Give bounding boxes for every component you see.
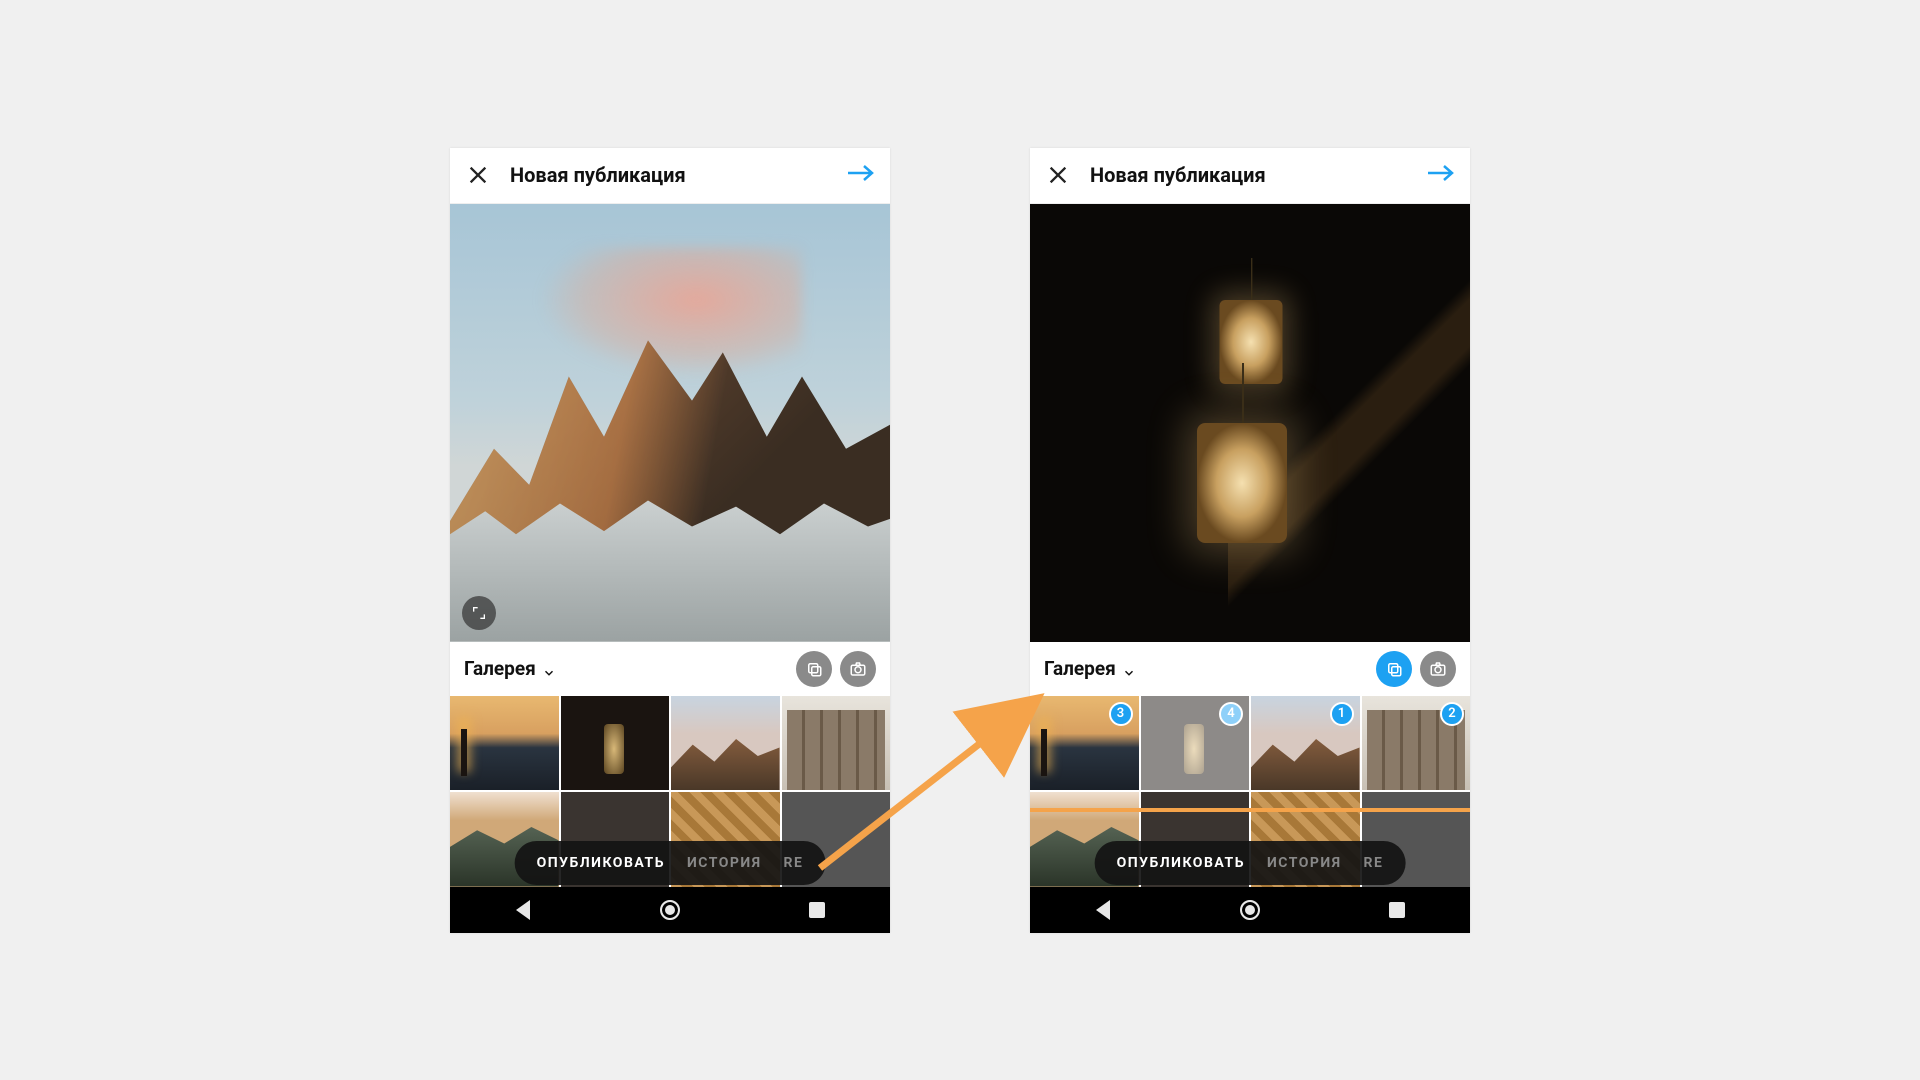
thumbnail-selected[interactable]: 3 [1030, 696, 1139, 791]
mode-selector[interactable]: ОПУБЛИКОВАТЬ ИСТОРИЯ RE [1095, 841, 1406, 885]
nav-recent-icon[interactable] [806, 899, 828, 921]
expand-crop-icon[interactable] [462, 596, 496, 630]
gallery-toolbar: Галерея [1030, 642, 1470, 696]
nav-back-icon[interactable] [512, 899, 534, 921]
chevron-down-icon [1122, 662, 1136, 676]
gallery-dropdown[interactable]: Галерея [1044, 657, 1136, 680]
close-icon[interactable] [1044, 161, 1072, 189]
thumbnail[interactable] [782, 696, 891, 791]
preview-image[interactable] [1030, 204, 1470, 642]
android-navbar [450, 887, 890, 933]
selection-badge: 2 [1440, 702, 1464, 726]
nav-home-icon[interactable] [659, 899, 681, 921]
selection-badge: 1 [1330, 702, 1354, 726]
selection-badge: 4 [1219, 702, 1243, 726]
close-icon[interactable] [464, 161, 492, 189]
mode-selector[interactable]: ОПУБЛИКОВАТЬ ИСТОРИЯ RE [515, 841, 826, 885]
next-arrow-icon[interactable] [846, 163, 876, 187]
mode-tab-reels[interactable]: RE [784, 855, 804, 871]
multi-select-button-active[interactable] [1376, 651, 1412, 687]
nav-home-icon[interactable] [1239, 899, 1261, 921]
header: Новая публикация [450, 148, 890, 204]
mode-tab-publish[interactable]: ОПУБЛИКОВАТЬ [537, 855, 665, 871]
phone-screen-left: Новая публикация Галерея [450, 148, 890, 933]
thumbnail-selected[interactable]: 1 [1251, 696, 1360, 791]
gallery-label-text: Галерея [464, 657, 536, 680]
camera-button[interactable] [1420, 651, 1456, 687]
mode-tab-publish[interactable]: ОПУБЛИКОВАТЬ [1117, 855, 1245, 871]
camera-button[interactable] [840, 651, 876, 687]
phone-screen-right: Новая публикация Галерея 3 [1030, 148, 1470, 933]
gallery-label-text: Галерея [1044, 657, 1116, 680]
selection-badge: 3 [1109, 702, 1133, 726]
thumbnail[interactable] [561, 696, 670, 791]
page-title: Новая публикация [510, 163, 846, 187]
preview-image[interactable] [450, 204, 890, 642]
next-arrow-icon[interactable] [1426, 163, 1456, 187]
header: Новая публикация [1030, 148, 1470, 204]
page-title: Новая публикация [1090, 163, 1426, 187]
thumbnail[interactable] [450, 696, 559, 791]
mode-tab-story[interactable]: ИСТОРИЯ [687, 855, 762, 871]
thumbnail-selected[interactable]: 2 [1362, 696, 1471, 791]
multi-select-button[interactable] [796, 651, 832, 687]
thumbnail[interactable] [671, 696, 780, 791]
mode-tab-reels[interactable]: RE [1364, 855, 1384, 871]
gallery-dropdown[interactable]: Галерея [464, 657, 556, 680]
gallery-toolbar: Галерея [450, 642, 890, 696]
gallery-grid: 3 4 1 2 ОПУБЛИКОВАТЬ ИСТОРИЯ RE [1030, 696, 1470, 887]
chevron-down-icon [542, 662, 556, 676]
nav-recent-icon[interactable] [1386, 899, 1408, 921]
thumbnail-selected[interactable]: 4 [1141, 696, 1250, 791]
android-navbar [1030, 887, 1470, 933]
mode-tab-story[interactable]: ИСТОРИЯ [1267, 855, 1342, 871]
nav-back-icon[interactable] [1092, 899, 1114, 921]
gallery-grid: ОПУБЛИКОВАТЬ ИСТОРИЯ RE [450, 696, 890, 887]
